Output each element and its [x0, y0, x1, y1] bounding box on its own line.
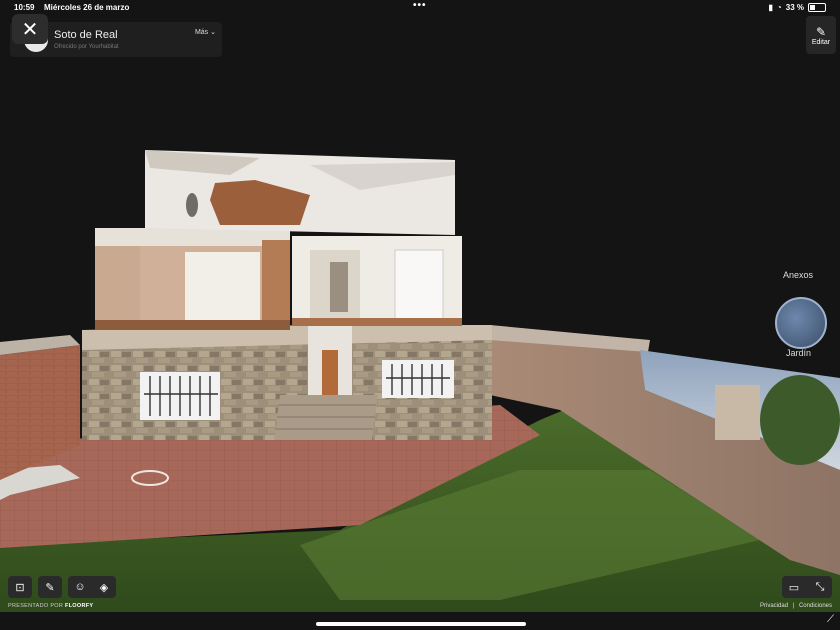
resize-handle-icon[interactable]: ⟋ — [827, 614, 834, 625]
property-subtitle: Ofrecido por Yourhabitat — [54, 44, 119, 50]
walk-mode-button[interactable]: ☺ — [68, 576, 92, 598]
home-indicator[interactable] — [316, 622, 526, 626]
close-button[interactable]: ✕ — [12, 14, 48, 44]
layers-icon: ◈ — [99, 581, 109, 594]
view-toolbar: ⊡ ✎ ☺ ◈ — [8, 576, 116, 598]
legal-links: Privacidad | Condiciones — [760, 603, 832, 609]
edit-button[interactable]: ✎ Editar — [806, 16, 836, 54]
dollhouse-mode-button[interactable]: ◈ — [92, 576, 116, 598]
vr-button[interactable]: ▭ — [782, 576, 806, 598]
annexes-title: Anexos — [783, 270, 814, 280]
signal-icon: ▮ — [768, 3, 773, 12]
multitasking-dots-icon[interactable]: ••• — [413, 0, 427, 11]
fullscreen-exit-icon: ⤡ — [815, 580, 825, 593]
close-icon: ✕ — [21, 18, 39, 41]
edit-label: Editar — [811, 38, 831, 46]
conditions-link[interactable]: Condiciones — [799, 603, 832, 609]
powered-by: PRESENTADO POR FLOORFY — [8, 603, 94, 609]
annex-thumbnail-garden[interactable] — [775, 297, 827, 349]
fullscreen-button[interactable]: ⤡ — [808, 576, 832, 598]
dollhouse-3d-view[interactable] — [0, 0, 840, 630]
measure-button[interactable]: ✎ — [38, 576, 62, 598]
status-bar: 10:59 Miércoles 26 de marzo ••• ▮ ◔ 33 % — [0, 0, 840, 14]
view-options-toolbar: ▭ ⤡ — [782, 576, 832, 598]
brand-name[interactable]: FLOORFY — [65, 603, 93, 609]
vr-headset-icon: ▭ — [788, 581, 800, 594]
chevron-down-icon: ⌄ — [210, 29, 216, 36]
status-time: 10:59 — [14, 3, 35, 12]
property-title: Soto de Real — [54, 29, 118, 41]
status-date: Miércoles 26 de marzo — [44, 3, 130, 12]
annex-label-garden: Jardín — [786, 348, 812, 358]
ruler-icon: ✎ — [45, 581, 55, 594]
floorplan-button[interactable]: ⊡ — [8, 576, 32, 598]
pencil-icon: ✎ — [815, 24, 827, 39]
battery-icon — [808, 3, 826, 12]
wifi-icon: ◔ — [776, 3, 782, 12]
floorplan-icon: ⊡ — [15, 581, 25, 594]
battery-percent: 33 % — [785, 3, 804, 12]
language-selector[interactable]: Más ⌄ — [195, 28, 216, 36]
person-icon: ☺ — [74, 581, 86, 593]
privacy-link[interactable]: Privacidad — [760, 603, 788, 609]
